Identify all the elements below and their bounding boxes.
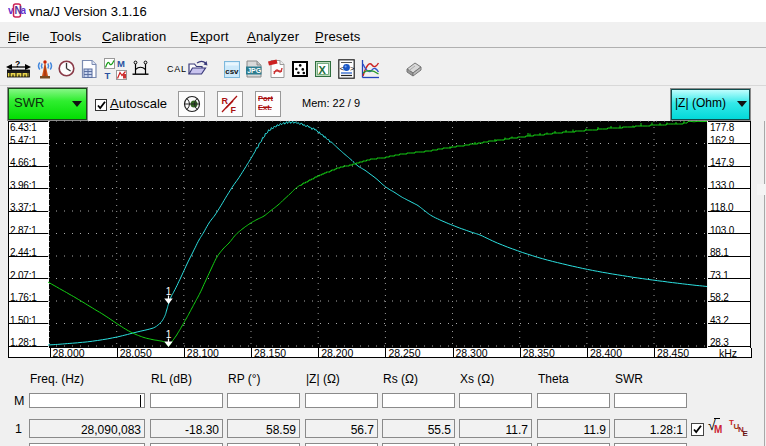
svg-text:1: 1 [166,286,172,297]
svg-text:1: 1 [166,329,172,340]
